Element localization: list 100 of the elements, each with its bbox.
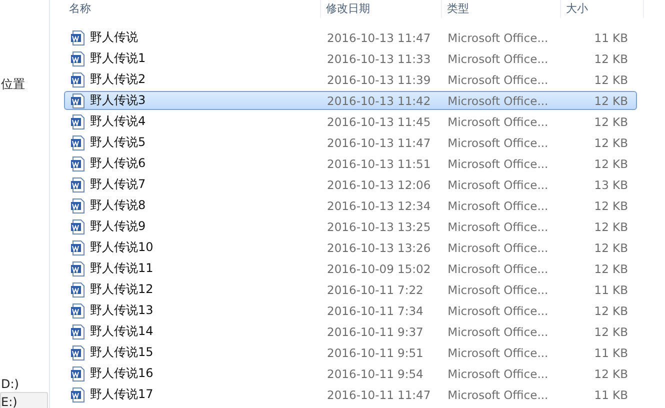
document-icon: [70, 260, 86, 276]
size-cell-text: 12 KB: [593, 304, 629, 318]
date-cell-text: 2016-10-13 12:34: [326, 198, 432, 212]
file-row[interactable]: 野人传说 2016-10-13 11:47 Microsoft Office... 11 KB: [64, 28, 637, 47]
document-icon: [70, 324, 86, 340]
type-cell-text: Microsoft Office...: [446, 240, 550, 254]
size-cell-text: 12 KB: [593, 52, 629, 66]
document-icon: [70, 240, 86, 256]
file-row[interactable]: 野人传说3 2016-10-13 11:42 Microsoft Office... 12 KB: [64, 91, 637, 110]
type-cell-text: Microsoft Office...: [446, 52, 550, 66]
date-cell-text: 2016-10-13 11:47: [326, 136, 432, 150]
document-icon: [70, 156, 86, 172]
type-cell-text: Microsoft Office...: [446, 156, 550, 170]
type-cell-text: Microsoft Office...: [446, 366, 550, 380]
size-cell-text: 12 KB: [593, 262, 629, 276]
date-cell-text: 2016-10-09 15:02: [326, 262, 432, 276]
document-icon: [70, 50, 86, 66]
size-cell-text: 12 KB: [593, 220, 629, 234]
file-name: 野人传说15: [90, 344, 154, 361]
file-row[interactable]: 野人传说10 2016-10-13 13:26 Microsoft Office... 12 KB: [64, 238, 637, 257]
type-cell-text: Microsoft Office...: [446, 94, 550, 108]
date-cell-text: 2016-10-11 9:54: [326, 366, 424, 380]
file-name: 野人传说17: [90, 386, 154, 403]
file-name: 野人传说3: [90, 92, 146, 109]
file-name: 野人传说6: [90, 155, 146, 172]
document-icon: [70, 344, 86, 360]
size-cell-text: 11 KB: [593, 282, 629, 296]
file-row[interactable]: 野人传说1 2016-10-13 11:33 Microsoft Office... 12 KB: [64, 49, 637, 68]
date-cell-text: 2016-10-11 11:47: [326, 388, 432, 402]
sidebar-item[interactable]: 位置: [0, 74, 48, 92]
sidebar-item[interactable]: E:): [0, 392, 48, 408]
size-cell-text: 12 KB: [593, 240, 629, 254]
file-row[interactable]: 野人传说9 2016-10-13 13:25 Microsoft Office... 12 KB: [64, 217, 637, 236]
size-cell-text: 12 KB: [593, 324, 629, 338]
file-name: 野人传说16: [90, 365, 154, 382]
file-name: 野人传说8: [90, 197, 146, 214]
file-row[interactable]: 野人传说4 2016-10-13 11:45 Microsoft Office... 12 KB: [64, 112, 637, 131]
date-cell-text: 2016-10-13 11:51: [326, 156, 432, 170]
type-cell-text: Microsoft Office...: [446, 72, 550, 86]
file-row[interactable]: 野人传说8 2016-10-13 12:34 Microsoft Office... 12 KB: [64, 196, 637, 215]
document-icon: [70, 386, 86, 402]
document-icon: [70, 134, 86, 150]
document-icon: [70, 92, 86, 108]
file-row[interactable]: 野人传说16 2016-10-11 9:54 Microsoft Office... 12 KB: [64, 364, 637, 383]
date-cell-text: 2016-10-13 11:33: [326, 52, 432, 66]
size-cell-text: 12 KB: [593, 198, 629, 212]
file-name: 野人传说4: [90, 113, 146, 130]
file-row[interactable]: 野人传说12 2016-10-11 7:22 Microsoft Office... 11 KB: [64, 280, 637, 299]
size-cell-text: 12 KB: [593, 136, 629, 150]
size-cell-text: 13 KB: [593, 178, 629, 192]
size-cell-text: 12 KB: [593, 156, 629, 170]
file-name: 野人传说9: [90, 218, 146, 235]
file-name: 野人传说: [90, 29, 138, 46]
file-row[interactable]: 野人传说17 2016-10-11 11:47 Microsoft Office... 11 KB: [64, 385, 637, 404]
column-header[interactable]: 修改日期: [321, 0, 442, 18]
file-name: 野人传说1: [90, 50, 146, 67]
type-cell-text: Microsoft Office...: [446, 114, 550, 128]
sidebar-item[interactable]: D:): [0, 374, 48, 392]
size-cell-text: 11 KB: [593, 30, 629, 44]
file-row[interactable]: 野人传说7 2016-10-13 12:06 Microsoft Office... 13 KB: [64, 175, 637, 194]
type-cell-text: Microsoft Office...: [446, 198, 550, 212]
file-name: 野人传说7: [90, 176, 146, 193]
date-cell-text: 2016-10-13 12:06: [326, 178, 432, 192]
date-cell-text: 2016-10-13 11:45: [326, 114, 432, 128]
file-name: 野人传说5: [90, 134, 146, 151]
file-row[interactable]: 野人传说13 2016-10-11 7:34 Microsoft Office... 12 KB: [64, 301, 637, 320]
size-cell-text: 11 KB: [593, 346, 629, 360]
file-row[interactable]: 野人传说2 2016-10-13 11:39 Microsoft Office... 12 KB: [64, 70, 637, 89]
type-cell-text: Microsoft Office...: [446, 220, 550, 234]
file-name: 野人传说11: [90, 260, 154, 277]
document-icon: [70, 282, 86, 298]
file-name: 野人传说13: [90, 302, 154, 319]
date-cell-text: 2016-10-11 9:37: [326, 324, 424, 338]
size-cell-text: 12 KB: [593, 366, 629, 380]
type-cell-text: Microsoft Office...: [446, 178, 550, 192]
document-icon: [70, 366, 86, 382]
file-row[interactable]: 野人传说15 2016-10-11 9:51 Microsoft Office... 11 KB: [64, 343, 637, 362]
column-header[interactable]: 名称: [64, 0, 321, 18]
date-cell-text: 2016-10-13 13:25: [326, 220, 432, 234]
type-cell-text: Microsoft Office...: [446, 346, 550, 360]
file-row[interactable]: 野人传说11 2016-10-09 15:02 Microsoft Office... 12 KB: [64, 259, 637, 278]
date-cell-text: 2016-10-13 13:26: [326, 240, 432, 254]
size-cell-text: 12 KB: [593, 114, 629, 128]
column-header[interactable]: 类型: [442, 0, 561, 18]
file-name: 野人传说10: [90, 239, 154, 256]
type-cell-text: Microsoft Office...: [446, 324, 550, 338]
type-cell-text: Microsoft Office...: [446, 136, 550, 150]
column-header[interactable]: 大小: [561, 0, 644, 18]
document-icon: [70, 302, 86, 318]
document-icon: [70, 72, 86, 88]
file-row[interactable]: 野人传说14 2016-10-11 9:37 Microsoft Office... 12 KB: [64, 322, 637, 341]
file-row[interactable]: 野人传说6 2016-10-13 11:51 Microsoft Office... 12 KB: [64, 154, 637, 173]
date-cell-text: 2016-10-13 11:39: [326, 72, 432, 86]
document-icon: [70, 114, 86, 130]
size-cell-text: 11 KB: [593, 388, 629, 402]
file-row[interactable]: 野人传说5 2016-10-13 11:47 Microsoft Office... 12 KB: [64, 133, 637, 152]
file-name: 野人传说12: [90, 281, 154, 298]
type-cell-text: Microsoft Office...: [446, 388, 550, 402]
date-cell-text: 2016-10-13 11:42: [326, 94, 432, 108]
document-icon: [70, 30, 86, 46]
